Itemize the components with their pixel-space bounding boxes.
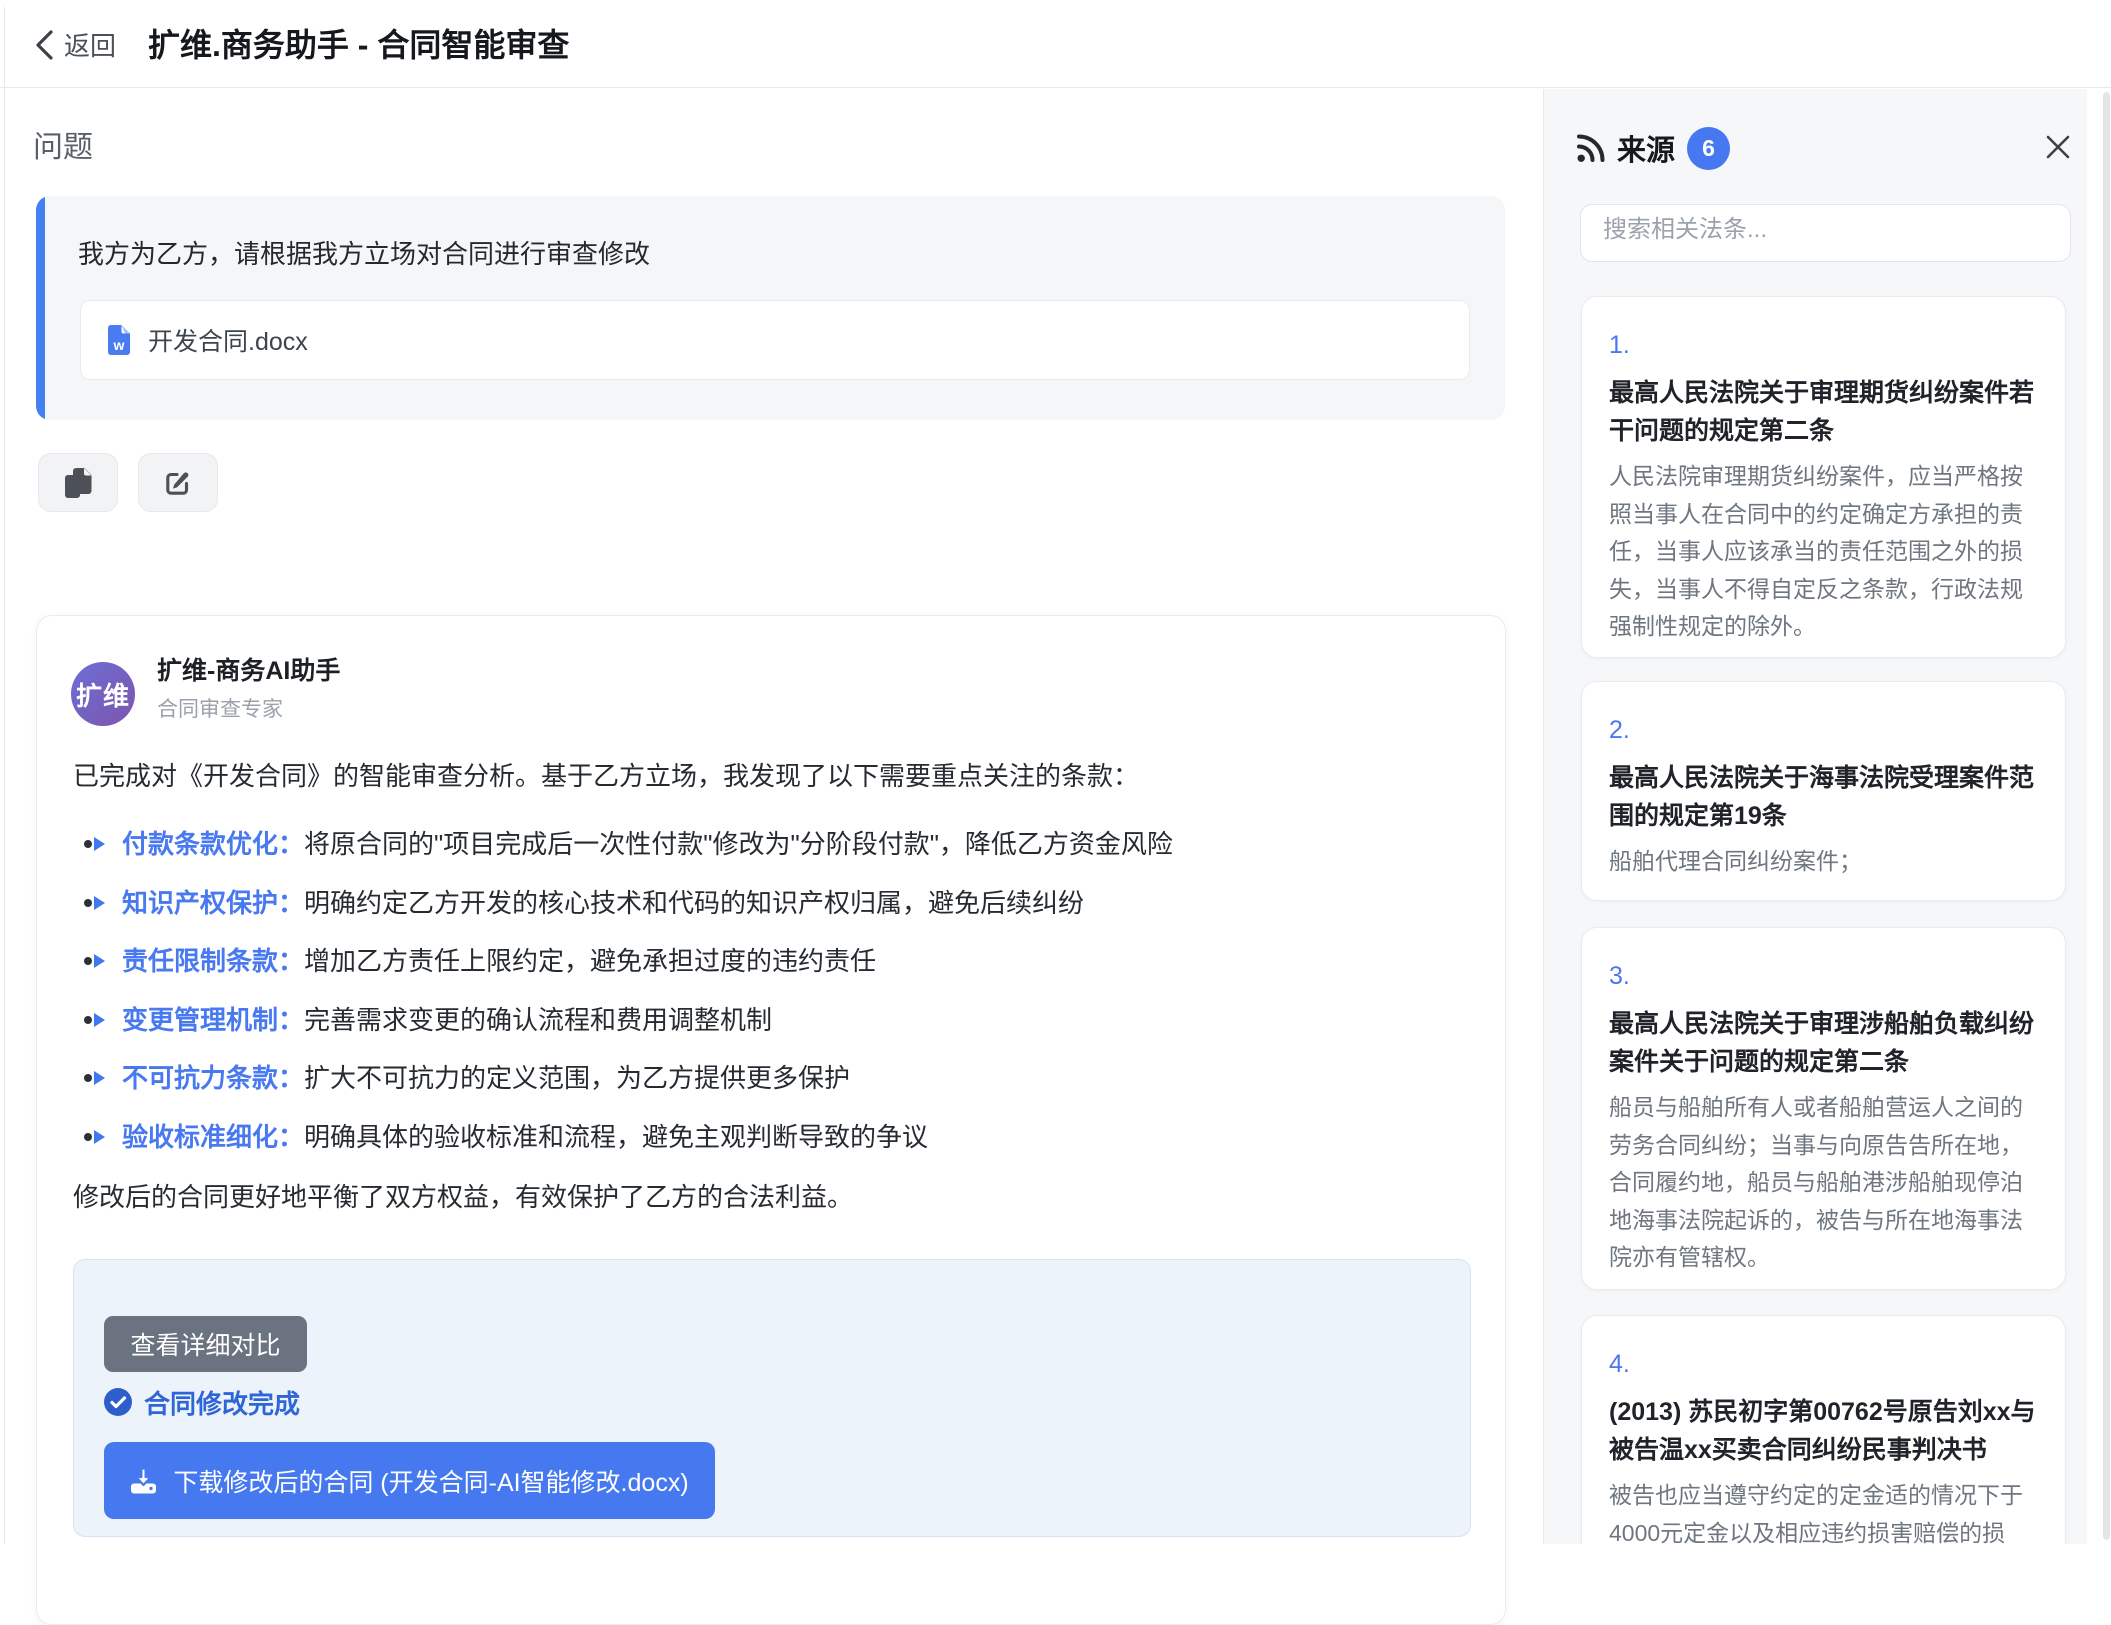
svg-text:w: w xyxy=(113,337,125,353)
